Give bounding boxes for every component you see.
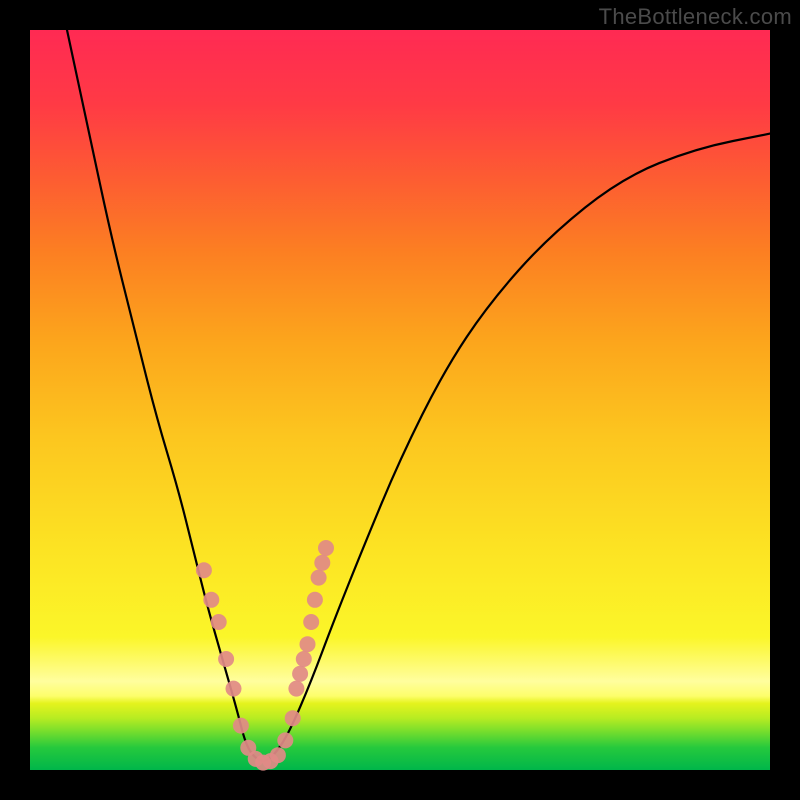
marker-dot	[292, 666, 308, 682]
watermark-text: TheBottleneck.com	[599, 4, 792, 30]
marker-dot	[211, 614, 227, 630]
marker-dot	[311, 570, 327, 586]
marker-dot	[300, 636, 316, 652]
marker-dot	[285, 710, 301, 726]
marker-dot	[307, 592, 323, 608]
marker-dot	[203, 592, 219, 608]
marker-dot	[226, 681, 242, 697]
marker-dot	[196, 562, 212, 578]
marker-dot	[270, 747, 286, 763]
marker-dot	[296, 651, 312, 667]
bottleneck-curve	[67, 30, 770, 761]
highlight-markers	[196, 540, 334, 771]
marker-dot	[218, 651, 234, 667]
chart-svg	[30, 30, 770, 770]
marker-dot	[303, 614, 319, 630]
marker-dot	[288, 681, 304, 697]
marker-dot	[277, 732, 293, 748]
marker-dot	[318, 540, 334, 556]
marker-dot	[314, 555, 330, 571]
plot-area	[30, 30, 770, 770]
chart-stage: TheBottleneck.com	[0, 0, 800, 800]
marker-dot	[233, 718, 249, 734]
